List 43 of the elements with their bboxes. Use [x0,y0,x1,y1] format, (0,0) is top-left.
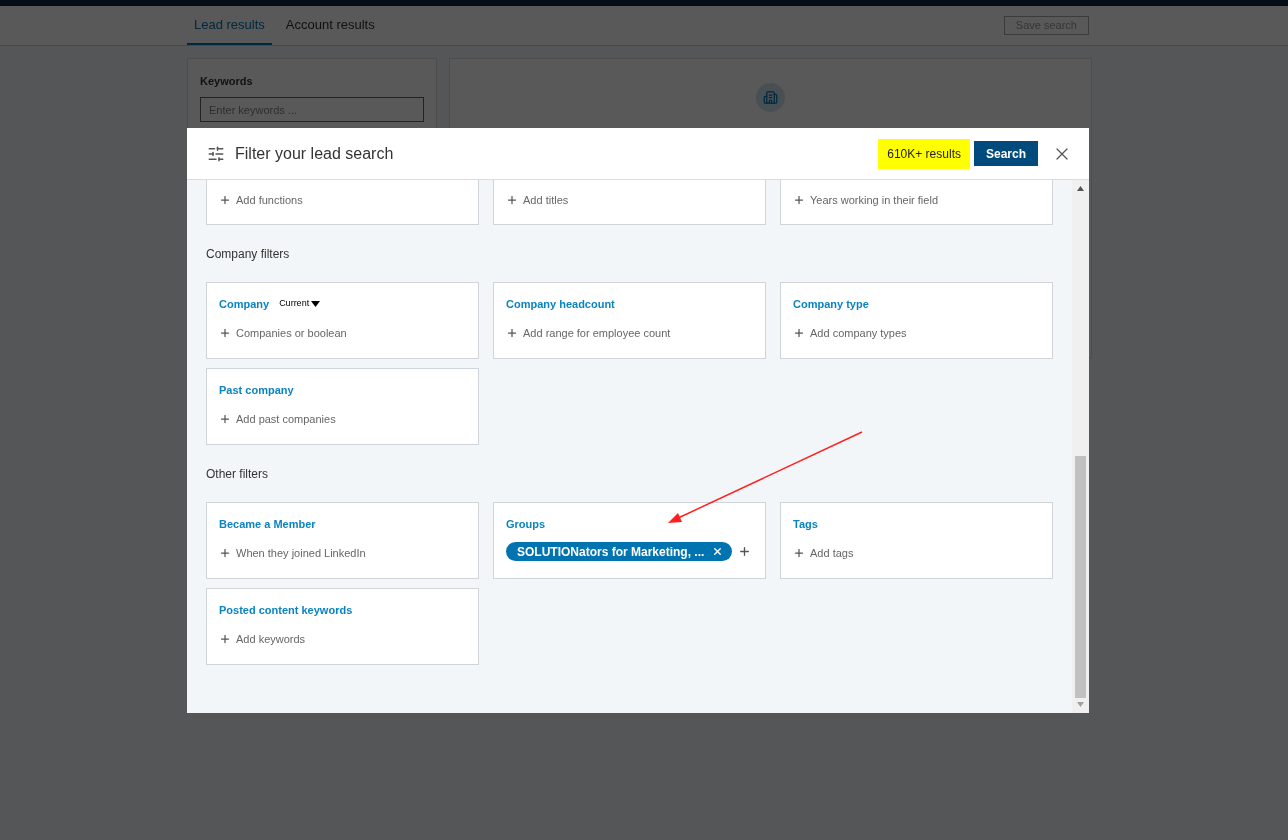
add-filter-link[interactable]: Add tags [810,545,854,562]
filter-title[interactable]: Posted content keywords [219,601,353,619]
remove-icon[interactable] [712,546,724,557]
plus-icon[interactable] [738,545,752,558]
plus-icon [793,194,805,207]
plus-icon [219,327,231,340]
filter-icon [207,144,225,163]
add-filter-link[interactable]: Add company types [810,325,907,342]
caret-icon [311,301,321,307]
dialog-title: Filter your lead search [235,143,394,164]
add-filter-link[interactable]: When they joined LinkedIn [236,545,366,562]
results-count: 610K+ results [878,138,970,169]
plus-icon [219,633,231,646]
plus-icon [506,327,518,340]
scroll-thumb[interactable] [1075,456,1086,698]
plus-icon [793,327,805,340]
scroll-up-icon[interactable] [1077,186,1084,191]
add-filter-link[interactable]: Add range for employee count [523,325,671,342]
filter-title[interactable]: Company type [793,295,869,313]
current-dropdown[interactable]: Current [279,297,321,311]
group-chip[interactable]: SOLUTIONators for Marketing, ... [506,542,733,561]
add-filter-link[interactable]: Add titles [523,192,569,209]
plus-icon [793,547,805,560]
filter-title[interactable]: Company [219,295,270,313]
add-filter-link[interactable]: Years working in their field [810,192,938,209]
filter-title[interactable]: Tags [793,515,818,533]
section-heading: Other filters [206,467,268,481]
building-icon [756,83,785,112]
keywords-label: Keywords [200,74,254,89]
filter-title[interactable]: Company headcount [506,295,615,313]
filter-title[interactable]: Groups [506,515,546,533]
add-filter-link[interactable]: Add functions [236,192,303,209]
plus-icon [219,413,231,426]
plus-icon [506,194,518,207]
plus-icon [219,194,231,207]
section-heading: Company filters [206,247,290,261]
search-button[interactable]: Search [973,141,1038,166]
filter-title[interactable]: Past company [219,381,294,399]
add-filter-link[interactable]: Companies or boolean [236,325,347,342]
add-filter-link[interactable]: Add past companies [236,411,336,428]
filter-title[interactable]: Became a Member [219,515,316,533]
plus-icon [219,547,231,560]
add-filter-link[interactable]: Add keywords [236,631,306,648]
